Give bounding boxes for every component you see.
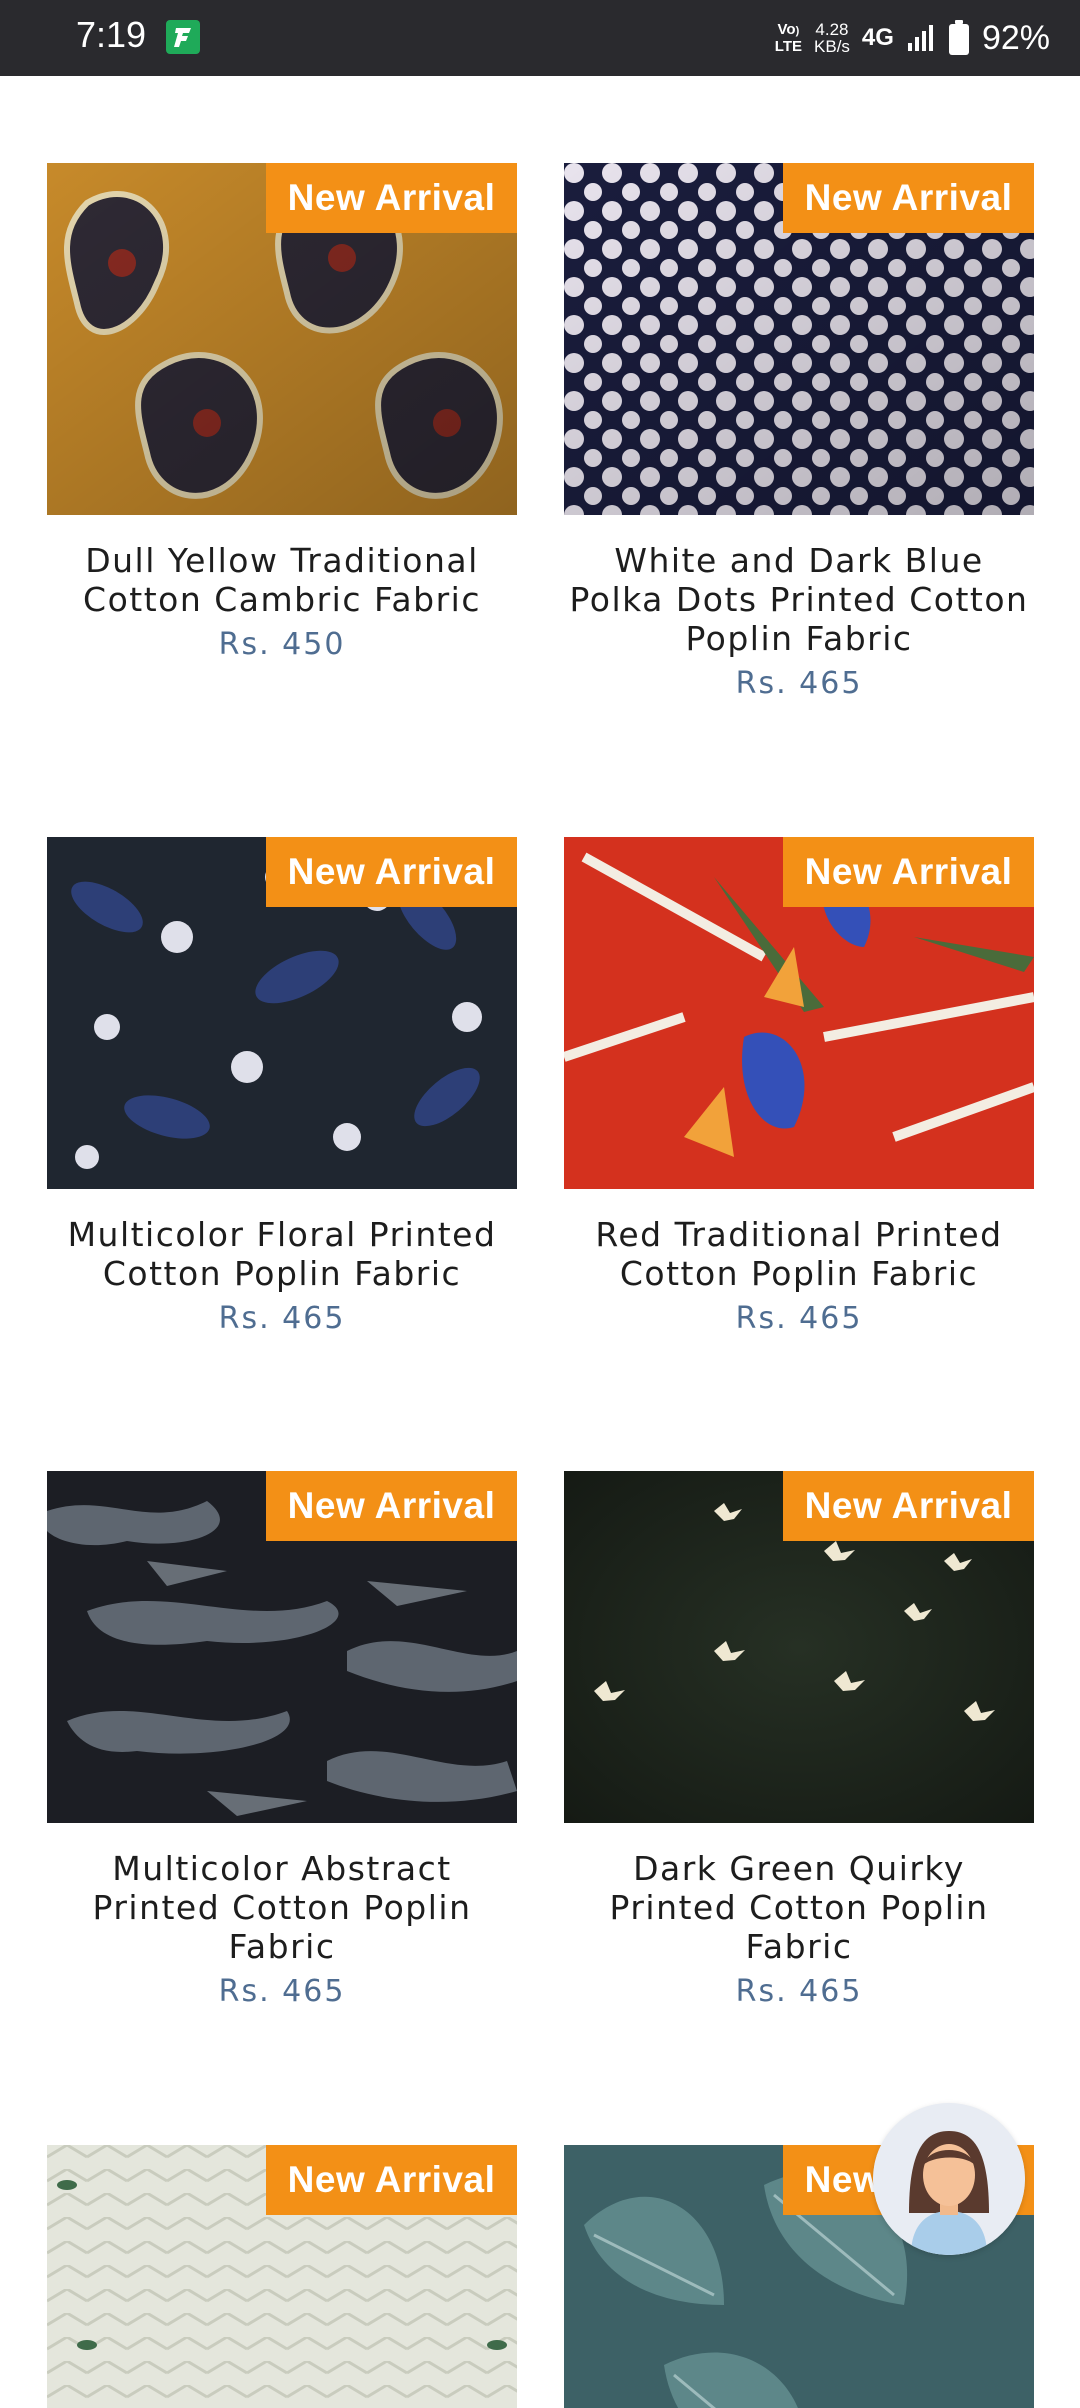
product-title[interactable]: Red Traditional Printed Cotton Poplin Fa…: [564, 1215, 1034, 1293]
product-image-red-tropical[interactable]: New Arrival: [564, 837, 1034, 1189]
product-price: Rs. 465: [218, 1974, 346, 2009]
network-speed: 4.28 KB/s: [814, 20, 850, 56]
product-price: Rs. 465: [735, 1974, 863, 2009]
product-image-chevron[interactable]: New Arrival: [47, 2145, 517, 2408]
battery-percent: 92%: [981, 18, 1050, 57]
product-card[interactable]: New Arrival Dull Yellow Traditional Cott…: [47, 163, 517, 662]
volte-indicator: Vo) LTE: [774, 21, 803, 55]
new-arrival-badge: New Arrival: [266, 1471, 517, 1541]
product-title[interactable]: Multicolor Abstract Printed Cotton Popli…: [47, 1849, 517, 1966]
product-card[interactable]: New Arrival Red Traditional Printed Cott…: [564, 837, 1034, 1336]
product-image-birds[interactable]: New Arrival: [564, 1471, 1034, 1823]
status-time: 7:19: [76, 14, 147, 55]
new-arrival-badge: New Arrival: [783, 163, 1034, 233]
network-type: 4G: [861, 24, 894, 51]
product-title[interactable]: Dull Yellow Traditional Cotton Cambric F…: [47, 541, 517, 619]
product-card[interactable]: New Arrival White and Dark Blue Polka Do…: [564, 163, 1034, 701]
chat-assistant-avatar-icon[interactable]: [873, 2103, 1025, 2255]
new-arrival-badge: New Arrival: [783, 837, 1034, 907]
product-title[interactable]: White and Dark Blue Polka Dots Printed C…: [564, 541, 1034, 658]
new-arrival-badge: New Arrival: [266, 2145, 517, 2215]
product-title[interactable]: Multicolor Floral Printed Cotton Poplin …: [47, 1215, 517, 1293]
product-image-polka[interactable]: New Arrival: [564, 163, 1034, 515]
product-card[interactable]: New Arrival: [47, 2145, 517, 2408]
product-card[interactable]: New Arrival Dark Green Quirky Printed Co…: [564, 1471, 1034, 2009]
battery-icon: [948, 20, 970, 56]
new-arrival-badge: New Arrival: [266, 837, 517, 907]
new-arrival-badge: New Arrival: [266, 163, 517, 233]
product-card[interactable]: New Arrival Multicolor Floral Printed Co…: [47, 837, 517, 1336]
product-card[interactable]: New Arrival Multicolor Abstract Printed …: [47, 1471, 517, 2009]
new-arrival-badge: New Arrival: [783, 1471, 1034, 1541]
product-image-abstract[interactable]: New Arrival: [47, 1471, 517, 1823]
wallet-icon: [166, 20, 200, 54]
signal-icon: [906, 23, 936, 53]
product-price: Rs. 450: [218, 627, 346, 662]
product-price: Rs. 465: [218, 1301, 346, 1336]
product-title[interactable]: Dark Green Quirky Printed Cotton Poplin …: [564, 1849, 1034, 1966]
product-price: Rs. 465: [735, 1301, 863, 1336]
status-bar: 7:19 Vo) LTE 4.28 KB/s 4G 92%: [0, 0, 1080, 76]
product-price: Rs. 465: [735, 666, 863, 701]
product-image-floral[interactable]: New Arrival: [47, 837, 517, 1189]
product-image-paisley[interactable]: New Arrival: [47, 163, 517, 515]
